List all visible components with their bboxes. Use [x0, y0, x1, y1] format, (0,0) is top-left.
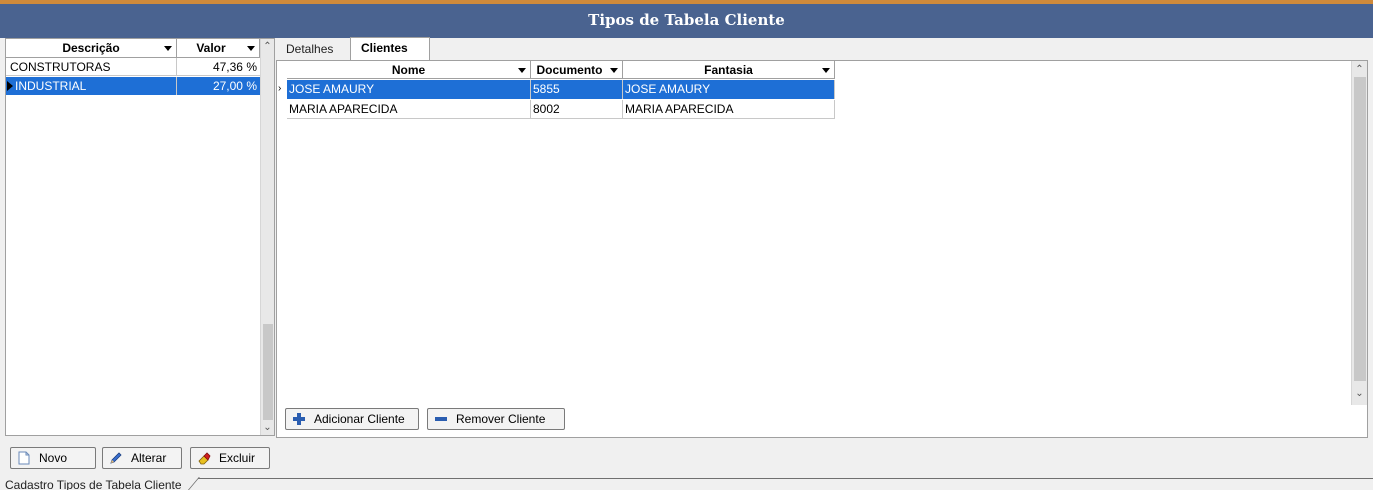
- cell-documento: 8002: [531, 100, 623, 119]
- cell-valor: 47,36 %: [212, 60, 257, 74]
- remover-cliente-button[interactable]: Remover Cliente: [427, 408, 565, 430]
- button-label: Remover Cliente: [456, 412, 546, 426]
- status-tabbar: Cadastro Tipos de Tabela Cliente: [0, 476, 1373, 490]
- column-header-descricao[interactable]: Descrição: [6, 39, 177, 57]
- plus-icon: [292, 412, 306, 426]
- scroll-down-icon[interactable]: ⌄: [1352, 387, 1367, 401]
- edit-pencil-icon: [109, 451, 123, 465]
- cell-documento: 5855: [531, 80, 623, 99]
- tab-detalhes[interactable]: Detalhes: [276, 39, 346, 61]
- dropdown-arrow-icon[interactable]: [822, 68, 830, 73]
- scroll-up-icon[interactable]: ⌃: [261, 40, 274, 54]
- table-row-selected[interactable]: JOSE AMAURY 5855 JOSE AMAURY: [287, 80, 835, 99]
- column-label: Descrição: [62, 41, 120, 55]
- alterar-button[interactable]: Alterar: [102, 447, 182, 469]
- cell-valor: 27,00 %: [177, 77, 260, 95]
- table-row-selected[interactable]: INDUSTRIAL 27,00 %: [6, 77, 260, 95]
- cell-descricao: INDUSTRIAL: [6, 77, 177, 95]
- dropdown-arrow-icon[interactable]: [610, 68, 618, 73]
- left-vertical-scrollbar[interactable]: ⌃ ⌄: [260, 39, 274, 435]
- scroll-thumb[interactable]: [1354, 77, 1366, 381]
- cell-nome: JOSE AMAURY: [287, 80, 531, 99]
- window-title: Tipos de Tabela Cliente: [0, 0, 1373, 38]
- row-indicator-icon: [7, 81, 13, 91]
- scroll-up-icon[interactable]: ⌃: [1352, 63, 1367, 77]
- button-label: Excluir: [219, 451, 256, 465]
- tab-baseline: [198, 478, 1373, 479]
- scroll-thumb[interactable]: [263, 324, 273, 420]
- dropdown-arrow-icon[interactable]: [164, 46, 172, 51]
- column-label: Fantasia: [704, 63, 753, 77]
- cell-fantasia: MARIA APARECIDA: [623, 100, 835, 119]
- app-window: Tipos de Tabela Cliente Descrição Valor …: [0, 0, 1373, 490]
- novo-button[interactable]: Novo: [10, 447, 96, 469]
- clients-vertical-scrollbar[interactable]: ⌃ ⌄: [1351, 61, 1367, 405]
- tab-clientes[interactable]: Clientes: [350, 37, 430, 61]
- adicionar-cliente-button[interactable]: Adicionar Cliente: [285, 408, 419, 430]
- column-header-fantasia[interactable]: Fantasia: [623, 61, 835, 79]
- button-label: Alterar: [131, 451, 167, 465]
- table-row[interactable]: MARIA APARECIDA 8002 MARIA APARECIDA: [287, 100, 835, 119]
- dropdown-arrow-icon[interactable]: [518, 68, 526, 73]
- column-label: Documento: [536, 63, 603, 77]
- minus-icon: [434, 412, 448, 426]
- excluir-button[interactable]: Excluir: [190, 447, 270, 469]
- new-document-icon: [17, 451, 31, 465]
- status-tab-cadastro[interactable]: Cadastro Tipos de Tabela Cliente: [0, 476, 182, 490]
- button-label: Novo: [39, 451, 68, 465]
- column-header-valor[interactable]: Valor: [177, 39, 260, 57]
- row-indicator-icon: ›: [278, 83, 282, 94]
- clients-grid-header: Nome Documento Fantasia: [287, 61, 835, 79]
- column-header-documento[interactable]: Documento: [531, 61, 623, 79]
- column-label: Valor: [196, 41, 226, 55]
- column-header-nome[interactable]: Nome: [287, 61, 531, 79]
- cell-nome: MARIA APARECIDA: [287, 100, 531, 119]
- clientes-panel: Nome Documento Fantasia JOSE AMAURY 5855…: [276, 60, 1368, 438]
- table-row[interactable]: CONSTRUTORAS 47,36 %: [6, 58, 260, 76]
- column-label: Nome: [391, 63, 426, 77]
- button-label: Adicionar Cliente: [314, 412, 405, 426]
- eraser-icon: [197, 451, 211, 465]
- tipos-grid[interactable]: Descrição Valor CONSTRUTORAS 47,36 % IND…: [5, 38, 275, 436]
- tipos-grid-header: Descrição Valor: [6, 39, 260, 58]
- cell-fantasia: JOSE AMAURY: [623, 80, 835, 99]
- dropdown-arrow-icon[interactable]: [247, 46, 255, 51]
- scroll-down-icon[interactable]: ⌄: [261, 421, 274, 435]
- cell-descricao: CONSTRUTORAS: [6, 58, 177, 76]
